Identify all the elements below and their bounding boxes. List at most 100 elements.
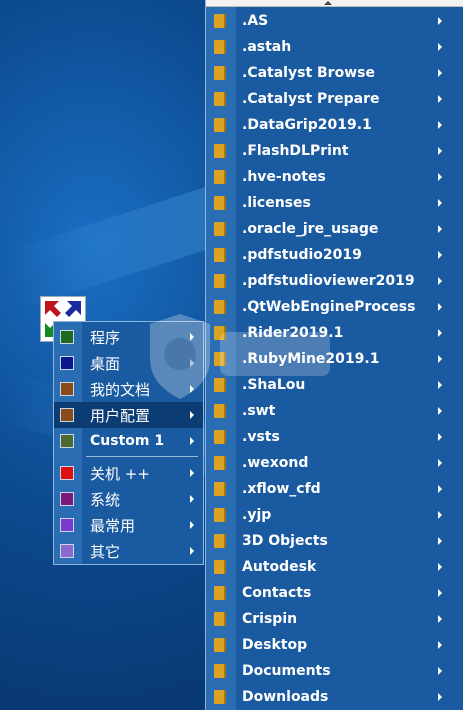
folder-menu-item[interactable]: .Catalyst Browse xyxy=(206,60,462,86)
folder-menu-item[interactable]: .AS xyxy=(206,8,462,34)
submenu-arrow-icon xyxy=(190,385,194,393)
submenu-arrow-icon xyxy=(438,303,442,311)
submenu-arrow-icon xyxy=(438,407,442,415)
submenu-arrow-icon xyxy=(438,225,442,233)
folder-icon xyxy=(214,326,224,340)
main-menu-item[interactable]: Custom 1 xyxy=(54,428,203,454)
folder-menu-item[interactable]: .wexond xyxy=(206,450,462,476)
folder-menu-item-label: .oracle_jre_usage xyxy=(242,221,379,237)
folder-menu-item-label: .Catalyst Prepare xyxy=(242,91,380,107)
folder-menu-item[interactable]: .swt xyxy=(206,398,462,424)
color-swatch-icon xyxy=(60,544,74,558)
folder-menu-item-label: Desktop xyxy=(242,637,308,653)
folder-menu-item-label: .pdfstudioviewer2019 xyxy=(242,273,415,289)
folder-icon xyxy=(214,378,224,392)
folder-icon xyxy=(214,508,224,522)
submenu-arrow-icon xyxy=(190,495,194,503)
folder-menu-item[interactable]: 3D Objects xyxy=(206,528,462,554)
main-menu-item[interactable]: 最常用 xyxy=(54,512,203,538)
main-menu-item[interactable]: 系统 xyxy=(54,486,203,512)
main-menu-item[interactable]: 程序 xyxy=(54,324,203,350)
submenu-arrow-icon xyxy=(438,693,442,701)
folder-icon xyxy=(214,300,224,314)
folder-menu-item[interactable]: .pdfstudio2019 xyxy=(206,242,462,268)
folder-menu-item[interactable]: .RubyMine2019.1 xyxy=(206,346,462,372)
submenu-arrow-icon xyxy=(438,615,442,623)
folder-menu-item[interactable]: .QtWebEngineProcess xyxy=(206,294,462,320)
folder-menu-item[interactable]: Documents xyxy=(206,658,462,684)
main-menu-item-label: 其它 xyxy=(90,543,121,561)
main-menu-item[interactable]: 用户配置 xyxy=(54,402,203,428)
folder-menu-item[interactable]: Downloads xyxy=(206,684,462,710)
folder-menu-item-label: Downloads xyxy=(242,689,329,705)
folder-menu-item[interactable]: .astah xyxy=(206,34,462,60)
folder-icon xyxy=(214,248,224,262)
main-menu-item-label: 系统 xyxy=(90,491,121,509)
submenu-arrow-icon xyxy=(438,251,442,259)
scroll-up-icon xyxy=(324,1,332,5)
folder-menu-item[interactable]: Contacts xyxy=(206,580,462,606)
folder-menu-item-label: .vsts xyxy=(242,429,280,445)
folder-menu-item-label: Crispin xyxy=(242,611,298,627)
color-swatch-icon xyxy=(60,356,74,370)
folder-menu-item[interactable]: .xflow_cfd xyxy=(206,476,462,502)
submenu-arrow-icon xyxy=(190,547,194,555)
submenu-arrow-icon xyxy=(438,459,442,467)
folder-menu-item-label: 3D Objects xyxy=(242,533,328,549)
folder-icon xyxy=(214,352,224,366)
folder-menu-item-label: Autodesk xyxy=(242,559,317,575)
folder-menu-item-label: Documents xyxy=(242,663,331,679)
main-menu-item[interactable]: 其它 xyxy=(54,538,203,564)
main-menu-item[interactable]: 我的文档 xyxy=(54,376,203,402)
folder-menu-item[interactable]: .DataGrip2019.1 xyxy=(206,112,462,138)
main-menu-item[interactable]: 关机 ++ xyxy=(54,460,203,486)
folder-menu-item-label: .xflow_cfd xyxy=(242,481,321,497)
main-menu-item[interactable]: 桌面 xyxy=(54,350,203,376)
folder-menu-item[interactable]: .FlashDLPrint xyxy=(206,138,462,164)
folder-menu-item[interactable]: .ShaLou xyxy=(206,372,462,398)
folder-menu-item[interactable]: .licenses xyxy=(206,190,462,216)
folder-menu-item-label: .DataGrip2019.1 xyxy=(242,117,372,133)
folder-menu-item[interactable]: Desktop xyxy=(206,632,462,658)
folder-menu-item-label: .swt xyxy=(242,403,276,419)
folder-menu-item[interactable]: .yjp xyxy=(206,502,462,528)
folder-menu-item[interactable]: .vsts xyxy=(206,424,462,450)
main-menu: 程序桌面我的文档用户配置 Custom 1 关机 ++ 系统最常用其它 xyxy=(53,321,204,565)
folder-menu-item[interactable]: Autodesk xyxy=(206,554,462,580)
folder-menu-item[interactable]: .oracle_jre_usage xyxy=(206,216,462,242)
submenu-arrow-icon xyxy=(438,95,442,103)
folder-icon xyxy=(214,274,224,288)
folder-menu-item-label: .FlashDLPrint xyxy=(242,143,349,159)
submenu-arrow-icon xyxy=(438,563,442,571)
folder-menu-item[interactable]: Crispin xyxy=(206,606,462,632)
folder-icon xyxy=(214,560,224,574)
main-menu-item-label: Custom 1 xyxy=(90,433,165,449)
submenu-arrow-icon xyxy=(190,469,194,477)
main-menu-item-label: 桌面 xyxy=(90,355,121,373)
folder-menu-item[interactable]: .hve-notes xyxy=(206,164,462,190)
submenu-arrow-icon xyxy=(438,537,442,545)
submenu-arrow-icon xyxy=(438,355,442,363)
folder-menu-item[interactable]: .Rider2019.1 xyxy=(206,320,462,346)
color-swatch-icon xyxy=(60,466,74,480)
folder-menu-item[interactable]: .Catalyst Prepare xyxy=(206,86,462,112)
folder-icon xyxy=(214,430,224,444)
submenu-arrow-icon xyxy=(438,17,442,25)
folder-menu-item-label: .astah xyxy=(242,39,292,55)
folder-menu-item-label: .hve-notes xyxy=(242,169,326,185)
main-menu-item-label: 关机 ++ xyxy=(90,465,150,483)
folder-menu-item[interactable]: .pdfstudioviewer2019 xyxy=(206,268,462,294)
submenu-arrow-icon xyxy=(438,329,442,337)
scroll-up-button[interactable] xyxy=(206,0,463,7)
folder-menu-item-label: Contacts xyxy=(242,585,312,601)
folder-menu-item-label: .yjp xyxy=(242,507,272,523)
folder-menu-item-label: .pdfstudio2019 xyxy=(242,247,362,263)
color-swatch-icon xyxy=(60,408,74,422)
folder-icon xyxy=(214,92,224,106)
submenu-arrow-icon xyxy=(438,433,442,441)
main-menu-item-label: 我的文档 xyxy=(90,381,151,399)
folder-menu-item-label: .RubyMine2019.1 xyxy=(242,351,380,367)
folder-menu-item-label: .licenses xyxy=(242,195,311,211)
menu-separator xyxy=(86,456,198,457)
folder-menu-item-label: .AS xyxy=(242,13,269,29)
